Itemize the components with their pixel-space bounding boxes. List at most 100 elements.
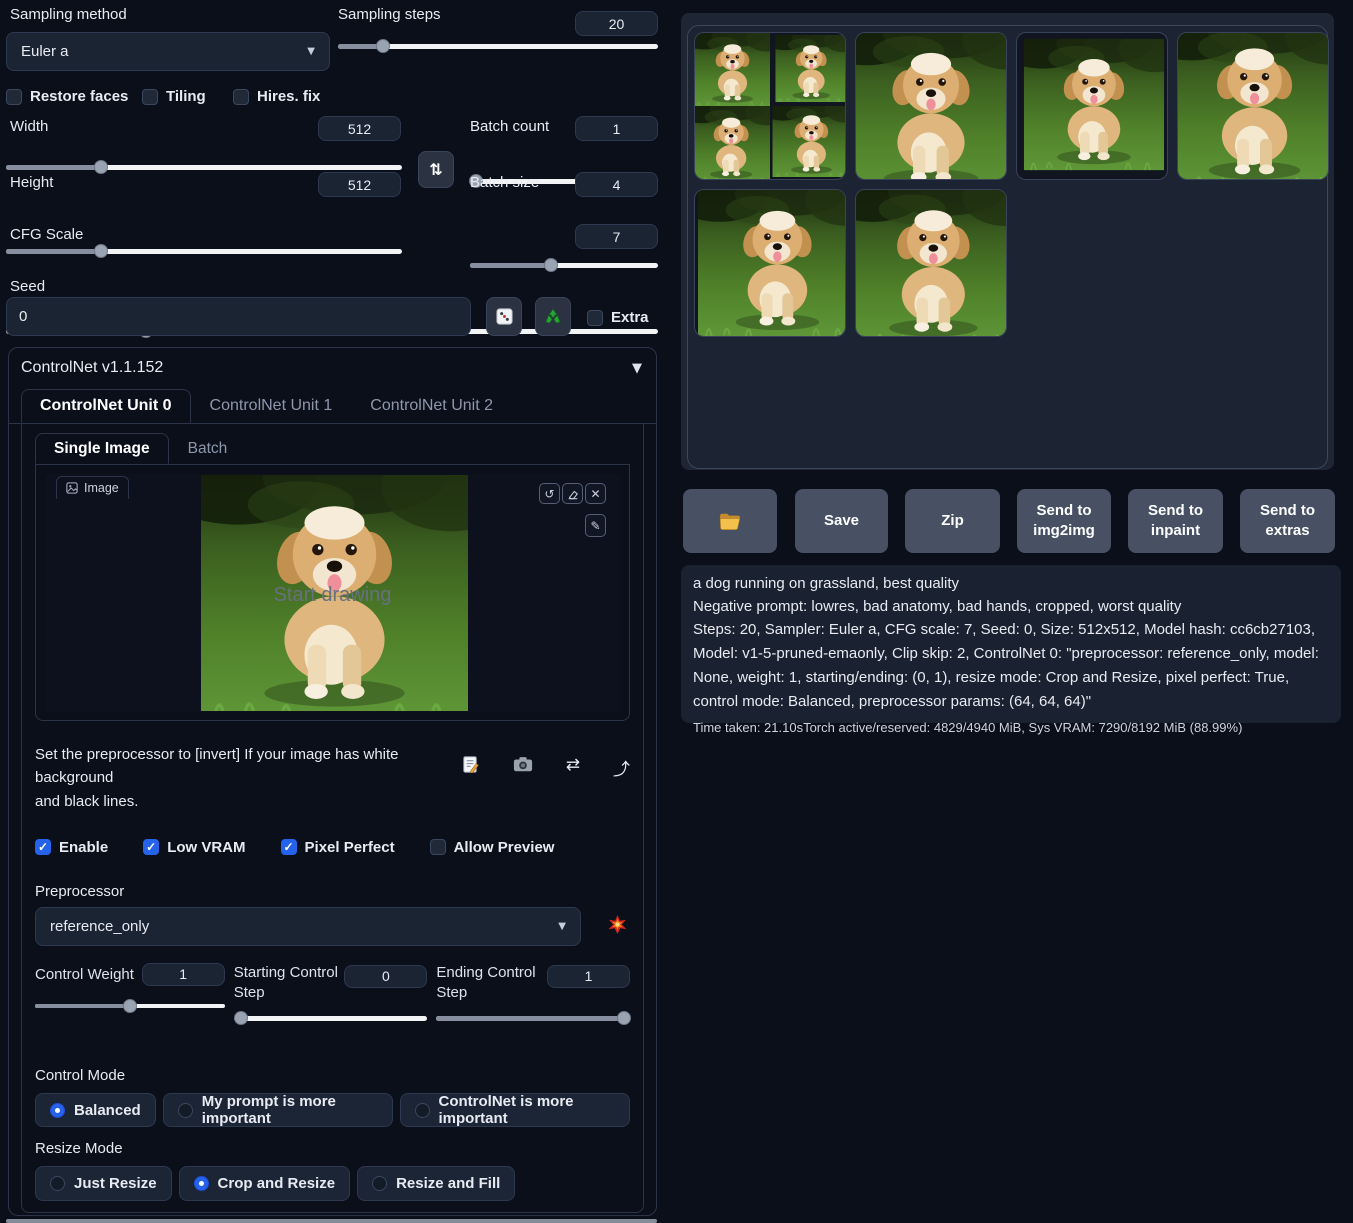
checkbox-icon[interactable]	[142, 89, 158, 105]
result-gallery	[687, 25, 1328, 469]
checkbox-checked-icon[interactable]	[143, 839, 159, 855]
send-to-extras-button[interactable]: Send to extras	[1240, 489, 1335, 553]
resize-mode-label: Resize Mode	[35, 1140, 630, 1157]
checkbox-icon[interactable]	[587, 310, 603, 326]
open-new-canvas-button[interactable]	[461, 755, 480, 813]
restore-faces-checkbox[interactable]: Restore faces	[6, 88, 128, 105]
swap-dimensions-button[interactable]: ⇅	[418, 151, 454, 188]
run-preprocessor-button[interactable]	[608, 915, 627, 938]
controlnet-accordion-header[interactable]: ControlNet v1.1.152 ▼	[9, 348, 656, 383]
sampling-method-dropdown[interactable]: Euler a ▼	[6, 32, 330, 71]
seed-input[interactable]	[6, 297, 471, 336]
checkbox-icon[interactable]	[6, 89, 22, 105]
image-canvas[interactable]: Image Start drawing ↺	[45, 474, 620, 712]
checkbox-checked-icon[interactable]	[35, 839, 51, 855]
low-vram-checkbox[interactable]: Low VRAM	[143, 839, 245, 856]
slider-handle[interactable]	[123, 999, 137, 1013]
sampling-steps-input[interactable]	[575, 11, 658, 36]
gallery-thumb[interactable]	[855, 189, 1007, 337]
tab-controlnet-unit-2[interactable]: ControlNet Unit 2	[351, 389, 512, 423]
ending-step-input[interactable]	[547, 965, 630, 988]
starting-step-slider[interactable]	[234, 1011, 428, 1025]
erase-button[interactable]	[562, 483, 583, 504]
extra-label: Extra	[611, 309, 649, 326]
mirror-webcam-button[interactable]: ⇄	[566, 755, 580, 813]
tiling-checkbox[interactable]: Tiling	[142, 88, 206, 105]
send-dims-button[interactable]: ⤴	[613, 755, 630, 813]
allow-preview-checkbox[interactable]: Allow Preview	[430, 839, 555, 856]
radio-prompt-important[interactable]: My prompt is more important	[163, 1093, 393, 1127]
extra-seed-checkbox[interactable]: Extra	[587, 309, 649, 326]
ending-step-label: Ending Control Step	[436, 963, 541, 1004]
batch-size-slider[interactable]	[470, 258, 658, 272]
control-weight-slider[interactable]	[35, 999, 225, 1013]
send-to-img2img-button[interactable]: Send to img2img	[1017, 489, 1111, 553]
gallery-thumb[interactable]	[1177, 32, 1329, 180]
undo-button[interactable]: ↺	[539, 483, 560, 504]
gallery-thumb[interactable]	[1016, 32, 1168, 180]
enable-checkbox[interactable]: Enable	[35, 839, 108, 856]
zip-button[interactable]: Zip	[905, 489, 1000, 553]
gallery-thumb[interactable]	[855, 32, 1007, 180]
height-slider[interactable]	[6, 244, 402, 258]
generation-info-panel: a dog running on grassland, best quality…	[681, 565, 1341, 723]
batch-count-input[interactable]	[575, 116, 658, 141]
slider-handle[interactable]	[94, 244, 108, 258]
checkbox-icon[interactable]	[430, 839, 446, 855]
reuse-seed-button[interactable]	[535, 297, 571, 336]
slider-track[interactable]	[234, 1016, 428, 1021]
radio-selected-icon[interactable]	[50, 1103, 65, 1118]
radio-resize-and-fill[interactable]: Resize and Fill	[357, 1166, 515, 1201]
checkbox-checked-icon[interactable]	[281, 839, 297, 855]
clear-image-button[interactable]: ✕	[585, 483, 606, 504]
pixel-perfect-checkbox[interactable]: Pixel Perfect	[281, 839, 395, 856]
slider-handle[interactable]	[376, 39, 390, 53]
tab-controlnet-unit-1[interactable]: ControlNet Unit 1	[191, 389, 352, 423]
slider-handle[interactable]	[234, 1011, 248, 1025]
slider-handle[interactable]	[544, 258, 558, 272]
sampling-method-label: Sampling method	[10, 6, 127, 23]
gallery-thumb[interactable]	[694, 189, 846, 337]
send-to-inpaint-button[interactable]: Send to inpaint	[1128, 489, 1223, 553]
hires-fix-label: Hires. fix	[257, 88, 320, 105]
ending-step-slider[interactable]	[436, 1011, 630, 1025]
radio-controlnet-important[interactable]: ControlNet is more important	[400, 1093, 631, 1127]
prompt-text: a dog running on grassland, best quality	[693, 572, 1329, 595]
radio-balanced[interactable]: Balanced	[35, 1093, 156, 1127]
tab-controlnet-unit-0[interactable]: ControlNet Unit 0	[21, 389, 191, 423]
batch-size-input[interactable]	[575, 172, 658, 197]
radio-icon[interactable]	[372, 1176, 387, 1191]
checkbox-icon[interactable]	[233, 89, 249, 105]
width-input[interactable]	[318, 116, 401, 141]
webcam-button[interactable]	[513, 755, 533, 813]
tab-batch[interactable]: Batch	[169, 433, 247, 464]
control-mode-radios: Balanced My prompt is more important Con…	[35, 1093, 630, 1127]
generated-dog-image	[1178, 33, 1328, 179]
control-weight-input[interactable]	[142, 963, 225, 986]
radio-just-resize[interactable]: Just Resize	[35, 1166, 172, 1201]
tab-single-image[interactable]: Single Image	[35, 433, 169, 464]
open-folder-button[interactable]	[683, 489, 777, 553]
radio-icon[interactable]	[178, 1103, 193, 1118]
sampling-steps-slider[interactable]	[338, 39, 658, 53]
preprocessor-dropdown[interactable]: reference_only ▼	[35, 907, 581, 946]
radio-crop-and-resize[interactable]: Crop and Resize	[179, 1166, 351, 1201]
radio-icon[interactable]	[50, 1176, 65, 1191]
cfg-scale-input[interactable]	[575, 224, 658, 249]
arrow-up-right-icon: ⤴	[613, 760, 630, 780]
starting-step-input[interactable]	[344, 965, 427, 988]
tiling-label: Tiling	[166, 88, 206, 105]
gallery-thumb[interactable]	[694, 32, 846, 180]
image-tab-label[interactable]: Image	[56, 476, 129, 499]
height-input[interactable]	[318, 172, 401, 197]
save-button[interactable]: Save	[795, 489, 888, 553]
slider-handle[interactable]	[94, 160, 108, 174]
random-seed-button[interactable]	[486, 297, 522, 336]
next-section-slider-track[interactable]	[6, 1219, 657, 1223]
slider-handle[interactable]	[617, 1011, 631, 1025]
hires-fix-checkbox[interactable]: Hires. fix	[233, 88, 320, 105]
edit-brush-button[interactable]: ✎	[585, 514, 606, 537]
radio-selected-icon[interactable]	[194, 1176, 209, 1191]
radio-icon[interactable]	[415, 1103, 430, 1118]
start-drawing-hint: Start drawing	[45, 584, 620, 607]
